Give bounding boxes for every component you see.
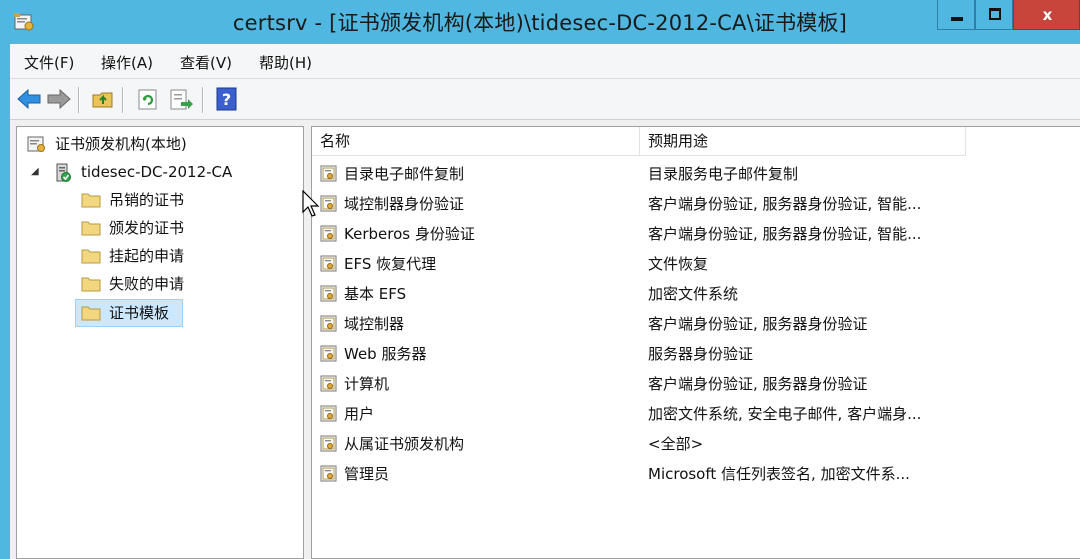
template-row[interactable]: Web 服务器 服务器身份验证 [312,339,1080,369]
folder-icon [81,193,101,208]
template-purpose: 目录服务电子邮件复制 [648,165,799,183]
template-row[interactable]: 管理员 Microsoft 信任列表签名, 加密文件系... [312,459,1080,489]
collapse-triangle-icon[interactable]: ◢ [31,159,39,185]
template-purpose: 加密文件系统, 安全电子邮件, 客户端身... [648,405,922,423]
maximize-button[interactable] [975,0,1013,30]
certificate-authority-icon [27,136,45,152]
template-name: 管理员 [344,465,390,483]
client-area: 文件(F) 操作(A) 查看(V) 帮助(H) ? 证书颁发机构(本地) ◢ t… [10,44,1080,559]
minimize-button[interactable] [937,0,975,30]
template-name: 域控制器 [344,315,405,333]
certificate-template-icon [320,345,337,362]
folder-icon [81,249,101,264]
certificate-template-icon [320,255,337,272]
template-row[interactable]: 基本 EFS 加密文件系统 [312,279,1080,309]
template-purpose: Microsoft 信任列表签名, 加密文件系... [648,465,910,483]
certificate-template-icon [320,375,337,392]
template-name: 基本 EFS [344,285,407,303]
folder-icon [81,306,101,321]
list-pane[interactable]: 名称 预期用途 目录电子邮件复制 目录服务电子邮件复制 域控制器身份验证 客户端身份验… [311,126,1080,559]
toolbar-separator [78,87,80,113]
template-row[interactable]: Kerberos 身份验证 客户端身份验证, 服务器身份验证, 智能... [312,219,1080,249]
certificate-template-icon [320,435,337,452]
template-purpose: 客户端身份验证, 服务器身份验证, 智能... [648,225,922,243]
tree-item-label: 证书模板 [109,304,170,322]
menu-view[interactable]: 查看(V) [180,52,232,73]
tree-item-label: 失败的申请 [109,275,185,293]
window-title: certsrv - [证书颁发机构(本地)\tidesec-DC-2012-CA… [232,11,848,35]
tree-item-label: 挂起的申请 [109,247,185,265]
certificate-template-icon [320,195,337,212]
close-button[interactable]: x [1013,0,1080,30]
help-icon[interactable]: ? [214,87,240,111]
certificate-template-icon [320,225,337,242]
forward-arrow-icon[interactable] [46,87,72,111]
close-icon: x [1042,6,1053,24]
tree-root[interactable]: 证书颁发机构(本地) [27,131,287,157]
template-row[interactable]: 域控制器 客户端身份验证, 服务器身份验证 [312,309,1080,339]
tree-item-revoked[interactable]: 吊销的证书 [81,187,241,213]
template-name: Kerberos 身份验证 [344,225,475,243]
certificate-template-icon [320,465,337,482]
tree-item-failed[interactable]: 失败的申请 [81,271,241,297]
back-arrow-icon[interactable] [16,87,42,111]
menu-help[interactable]: 帮助(H) [259,52,312,73]
template-row[interactable]: 用户 加密文件系统, 安全电子邮件, 客户端身... [312,399,1080,429]
svg-text:?: ? [222,90,231,109]
template-purpose: 服务器身份验证 [648,345,754,363]
template-name: 域控制器身份验证 [344,195,465,213]
tree-pane[interactable]: 证书颁发机构(本地) ◢ tidesec-DC-2012-CA 吊销的证书 颁发… [16,126,304,559]
tree-item-label: 吊销的证书 [109,191,185,209]
ca-server-icon [56,163,71,182]
certificate-template-icon [320,165,337,182]
template-name: 计算机 [344,375,390,393]
tree-item-pending[interactable]: 挂起的申请 [81,243,241,269]
tree-item-label: 颁发的证书 [109,219,185,237]
template-row[interactable]: 计算机 客户端身份验证, 服务器身份验证 [312,369,1080,399]
folder-icon [81,277,101,292]
template-name: 目录电子邮件复制 [344,165,465,183]
template-purpose: <全部> [648,435,704,453]
template-name: Web 服务器 [344,345,427,363]
template-row[interactable]: 从属证书颁发机构 <全部> [312,429,1080,459]
menu-file[interactable]: 文件(F) [24,52,74,73]
tree-ca-node[interactable]: ◢ tidesec-DC-2012-CA [31,159,291,185]
template-purpose: 加密文件系统 [648,285,739,303]
tree-root-label: 证书颁发机构(本地) [55,135,187,153]
refresh-icon[interactable] [136,87,162,111]
column-header-purpose[interactable]: 预期用途 [640,127,966,156]
template-row[interactable]: EFS 恢复代理 文件恢复 [312,249,1080,279]
template-purpose: 客户端身份验证, 服务器身份验证 [648,315,868,333]
folder-icon [81,221,101,236]
template-name: 从属证书颁发机构 [344,435,465,453]
mouse-cursor-icon [302,190,320,217]
tree-item-issued[interactable]: 颁发的证书 [81,215,241,241]
menu-bar: 文件(F) 操作(A) 查看(V) 帮助(H) [10,44,1080,79]
up-folder-icon[interactable] [90,87,116,111]
menu-action[interactable]: 操作(A) [101,52,153,73]
certificate-template-icon [320,285,337,302]
template-purpose: 客户端身份验证, 服务器身份验证 [648,375,868,393]
toolbar: ? [10,79,1080,120]
template-row[interactable]: 域控制器身份验证 客户端身份验证, 服务器身份验证, 智能... [312,189,1080,219]
export-list-icon[interactable] [168,87,194,111]
toolbar-separator [122,87,124,113]
toolbar-separator [202,87,204,113]
title-bar[interactable]: certsrv - [证书颁发机构(本地)\tidesec-DC-2012-CA… [0,0,1080,44]
template-name: EFS 恢复代理 [344,255,437,273]
template-purpose: 文件恢复 [648,255,709,273]
template-purpose: 客户端身份验证, 服务器身份验证, 智能... [648,195,922,213]
certificate-template-icon [320,405,337,422]
list-header: 名称 预期用途 [312,127,1080,157]
certificate-template-icon [320,315,337,332]
tree-item-templates[interactable]: 证书模板 [75,299,183,327]
column-header-name[interactable]: 名称 [312,127,640,156]
template-row[interactable]: 目录电子邮件复制 目录服务电子邮件复制 [312,159,1080,189]
template-name: 用户 [344,405,375,423]
tree-ca-label: tidesec-DC-2012-CA [81,163,233,181]
